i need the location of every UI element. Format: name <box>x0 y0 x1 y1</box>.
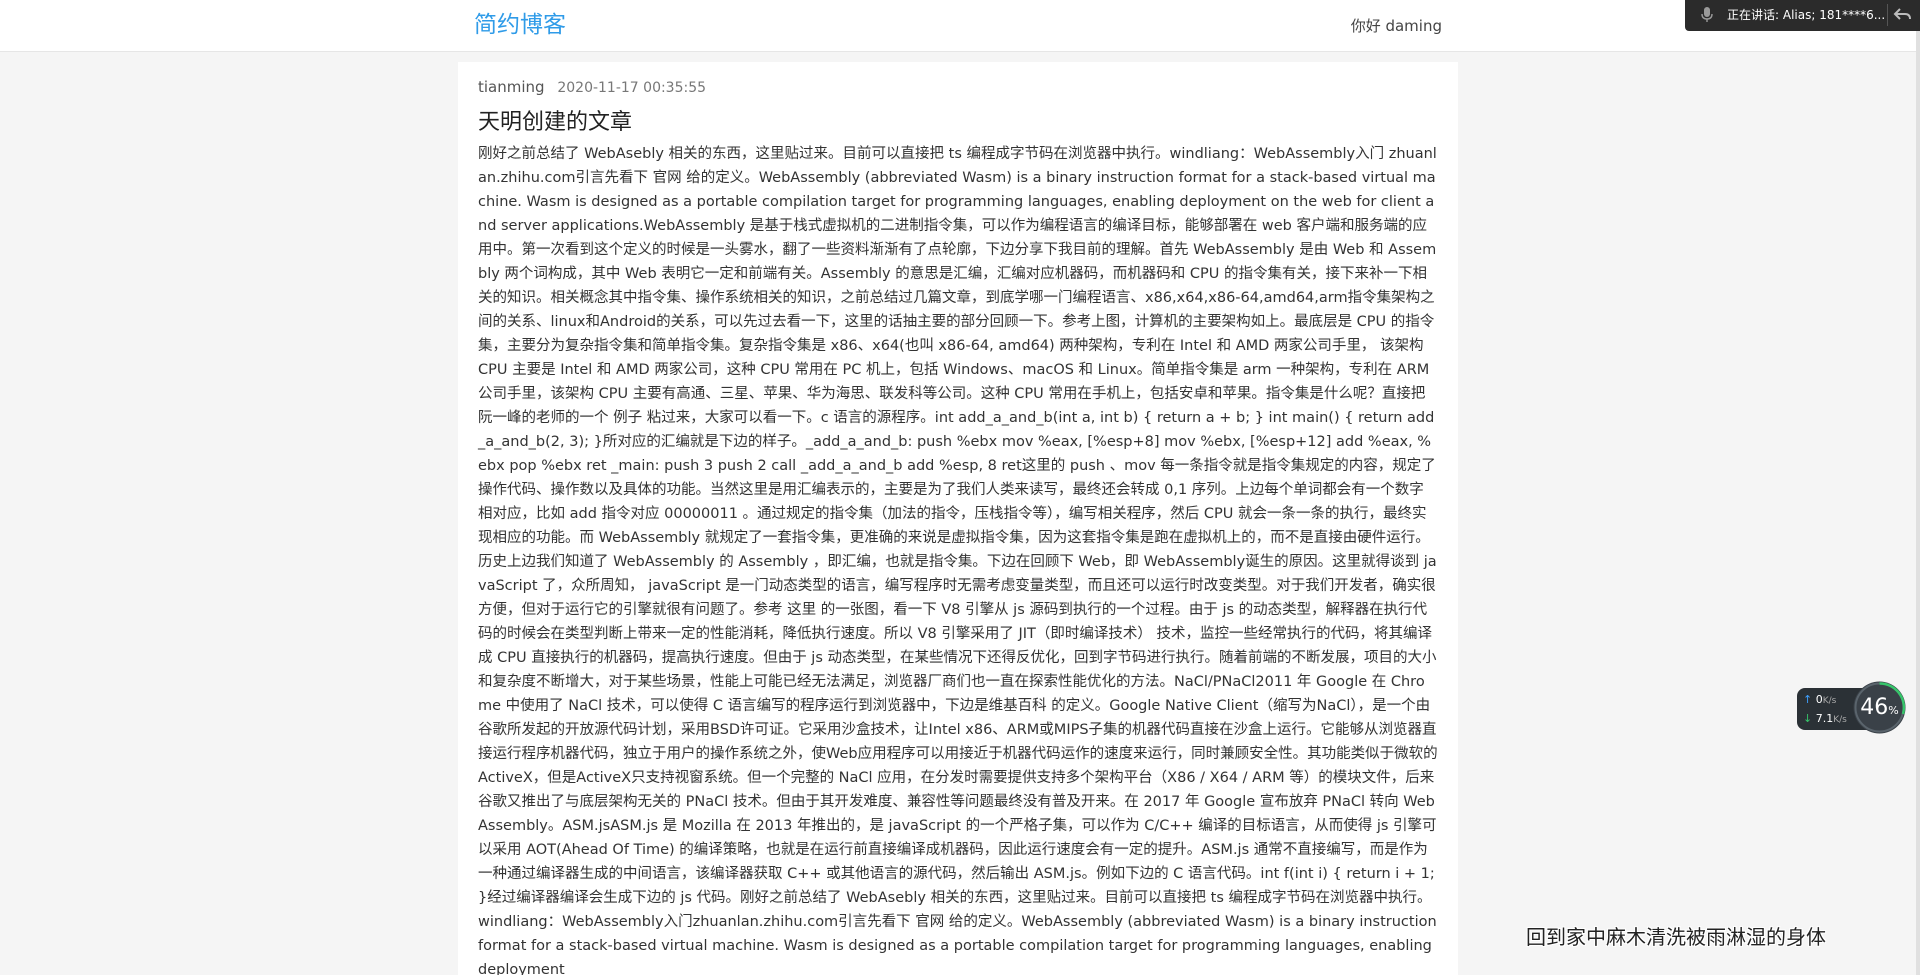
voice-chat-bar: 正在讲话: Alias; 181****6... <box>1685 0 1920 31</box>
upload-speed-unit: K/s <box>1822 696 1837 706</box>
page-scrollbar[interactable] <box>1916 31 1920 975</box>
desktop-lyric: 回到家中麻木清洗被雨淋湿的身体 <box>1526 925 1826 949</box>
top-navbar: 简约博客 你好 daming <box>0 0 1920 52</box>
download-speed-value: 7.1 <box>1815 712 1834 725</box>
microphone-icon[interactable] <box>1699 6 1715 24</box>
upload-speed-value: 0 <box>1815 693 1823 706</box>
memory-usage-percent: 46% <box>1860 695 1899 720</box>
site-brand-link[interactable]: 简约博客 <box>474 10 566 40</box>
user-greeting[interactable]: 你好 daming <box>1351 16 1442 36</box>
voice-bar-divider <box>1887 4 1888 26</box>
network-speed-widget[interactable]: ↑ 0K/s ↓ 7.1K/s 46% <box>1797 681 1907 734</box>
download-speed: ↓ 7.1K/s <box>1803 712 1847 727</box>
voice-speaking-status: 正在讲话: Alias; 181****6... <box>1727 8 1886 22</box>
post-date: 2020-11-17 00:35:55 <box>557 80 707 96</box>
upload-speed: ↑ 0K/s <box>1803 693 1836 708</box>
download-speed-unit: K/s <box>1833 715 1847 725</box>
post-meta: tianming 2020-11-17 00:35:55 <box>478 77 706 98</box>
undo-arrow-icon[interactable] <box>1893 5 1913 25</box>
post-card: tianming 2020-11-17 00:35:55 天明创建的文章 刚好之… <box>458 62 1458 975</box>
download-arrow-icon: ↓ <box>1803 712 1813 725</box>
post-title: 天明创建的文章 <box>478 110 633 135</box>
post-content: 刚好之前总结了 WebAsebly 相关的东西，这里贴过来。目前可以直接把 ts… <box>478 146 1438 975</box>
upload-arrow-icon: ↑ <box>1803 693 1813 706</box>
post-author[interactable]: tianming <box>478 78 545 96</box>
